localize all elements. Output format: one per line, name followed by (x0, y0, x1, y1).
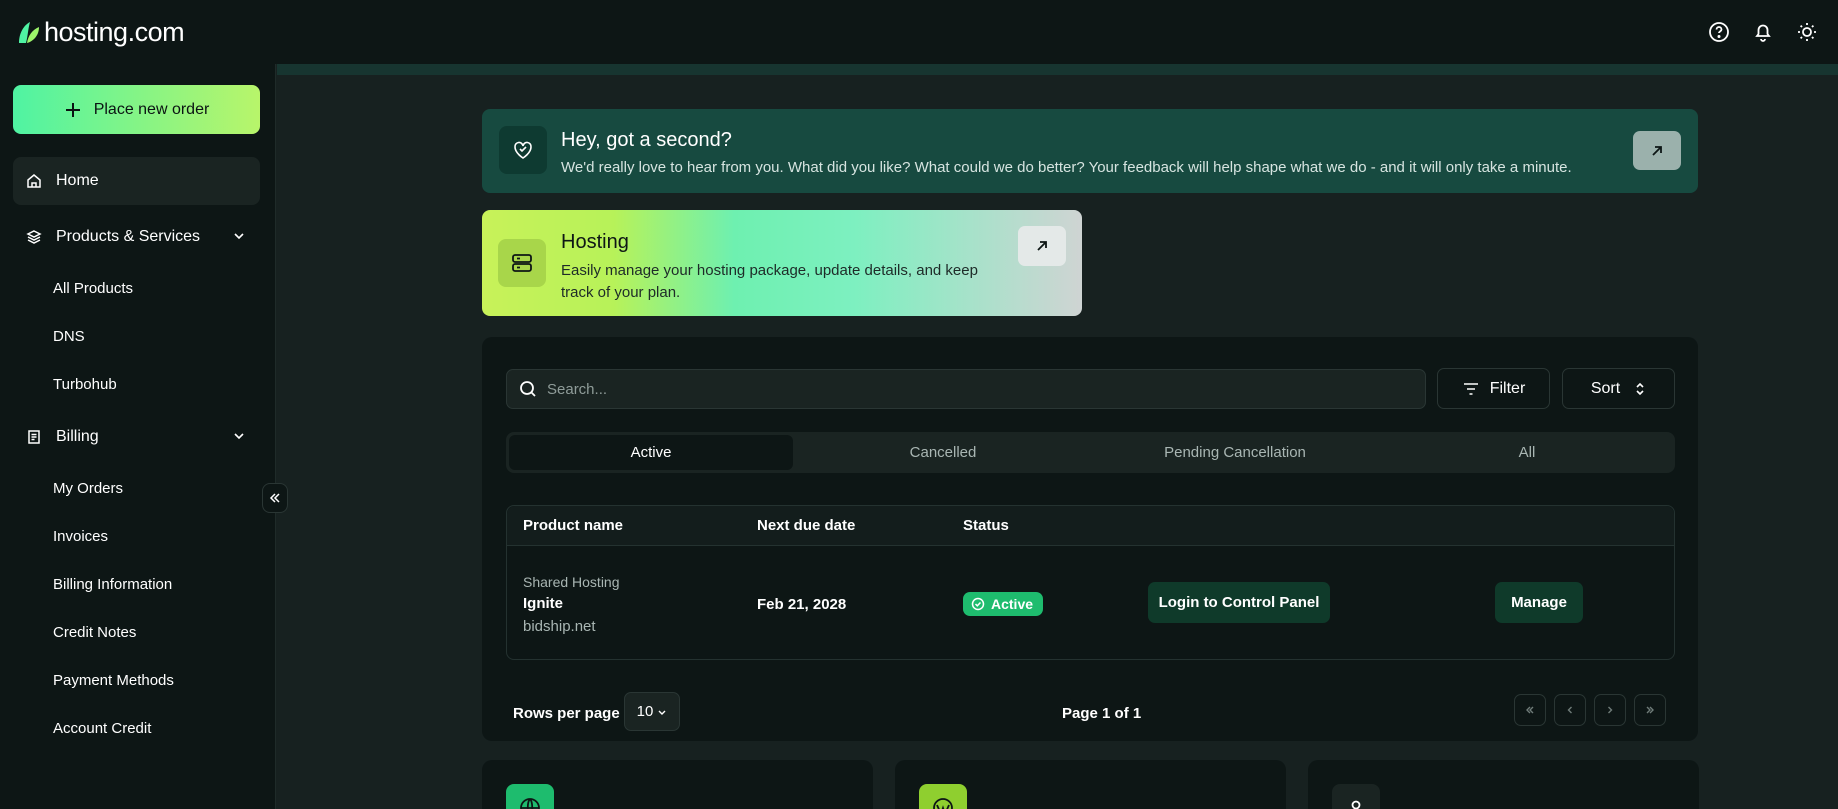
hosting-card-title: Hosting (561, 231, 629, 253)
hosting-open-button[interactable] (1018, 226, 1066, 266)
sidebar-item-home[interactable]: Home (13, 157, 260, 205)
chevron-down-icon (658, 710, 666, 715)
top-bar: hosting.com (0, 0, 1838, 64)
manage-button[interactable]: Manage (1495, 582, 1583, 623)
chevrons-left-icon (269, 493, 280, 503)
user-icon (1332, 784, 1380, 809)
wordpress-card[interactable] (895, 760, 1286, 809)
layers-icon (26, 230, 42, 244)
product-domain: bidship.net (523, 618, 596, 635)
collapse-sidebar-button[interactable] (262, 483, 288, 513)
filter-label: Filter (1489, 379, 1526, 397)
column-header-product-name: Product name (523, 517, 624, 534)
place-new-order-button[interactable]: Place new order (13, 85, 260, 134)
sidebar-item-label: Home (56, 172, 99, 189)
page-indicator: Page 1 of 1 (1062, 705, 1142, 722)
product-type: Shared Hosting (523, 574, 620, 590)
last-page-button[interactable] (1634, 694, 1666, 726)
sidebar-item-credit-notes[interactable]: Credit Notes (53, 624, 136, 641)
products-panel: Filter Sort Active Cancelled Pending Can… (482, 337, 1698, 741)
account-card[interactable] (1308, 760, 1699, 809)
products-table: Product name Next due date Status Shared… (506, 505, 1675, 660)
rows-per-page-select[interactable]: 10 (624, 692, 680, 731)
chevrons-up-down-icon (1636, 382, 1644, 395)
sidebar-item-my-orders[interactable]: My Orders (53, 480, 123, 497)
top-stripe (277, 64, 1838, 75)
sidebar: Place new order Home Products & Services… (0, 64, 276, 809)
place-new-order-label: Place new order (93, 100, 210, 118)
sidebar-item-payment-methods[interactable]: Payment Methods (53, 672, 174, 689)
next-page-button[interactable] (1594, 694, 1626, 726)
rows-per-page-value: 10 (636, 703, 654, 720)
sun-icon[interactable] (1796, 21, 1818, 43)
check-circle-icon (971, 597, 985, 611)
wordpress-icon (919, 784, 967, 809)
feedback-title: Hey, got a second? (561, 129, 732, 151)
sidebar-item-billing-information[interactable]: Billing Information (53, 576, 172, 593)
tab-active[interactable]: Active (509, 435, 793, 470)
logo[interactable]: hosting.com (16, 16, 185, 48)
status-tabs: Active Cancelled Pending Cancellation Al… (506, 432, 1675, 473)
feedback-open-button[interactable] (1633, 131, 1681, 170)
chevron-left-icon (1567, 706, 1572, 714)
filter-button[interactable]: Filter (1437, 368, 1550, 409)
column-header-status: Status (963, 517, 1009, 534)
brand-name: hosting.com (44, 16, 185, 47)
hosting-card-description: Easily manage your hosting package, upda… (561, 262, 978, 301)
login-control-panel-button[interactable]: Login to Control Panel (1148, 582, 1330, 623)
sidebar-item-account-credit[interactable]: Account Credit (53, 720, 151, 737)
chevron-down-icon (234, 433, 244, 440)
server-icon (498, 239, 546, 287)
home-icon (27, 174, 41, 188)
sidebar-item-products-services[interactable]: Products & Services (13, 213, 260, 261)
sidebar-item-all-products[interactable]: All Products (53, 280, 133, 297)
globe-icon (506, 784, 554, 809)
chevron-down-icon (234, 233, 244, 240)
status-badge: Active (963, 592, 1044, 616)
logo-leaf-icon (19, 22, 39, 43)
sidebar-item-invoices[interactable]: Invoices (53, 528, 108, 545)
tab-pending-cancellation[interactable]: Pending Cancellation (1093, 435, 1377, 470)
sort-button[interactable]: Sort (1562, 368, 1675, 409)
chevrons-left-icon (1526, 706, 1534, 714)
sidebar-item-billing[interactable]: Billing (13, 413, 260, 461)
sidebar-item-label: Billing (56, 428, 99, 445)
chevron-right-icon (1608, 706, 1613, 714)
sidebar-item-dns[interactable]: DNS (53, 328, 85, 345)
previous-page-button[interactable] (1554, 694, 1586, 726)
bell-icon[interactable] (1752, 21, 1774, 43)
next-due-date: Feb 21, 2028 (757, 596, 847, 613)
column-header-next-due-date: Next due date (757, 517, 856, 534)
sort-label: Sort (1590, 379, 1621, 397)
product-name: Ignite (523, 595, 563, 612)
plus-icon (65, 102, 80, 117)
hosting-card[interactable]: Hosting Easily manage your hosting packa… (482, 210, 1082, 316)
feedback-description: We'd really love to hear from you. What … (561, 159, 1572, 176)
search-box[interactable] (506, 369, 1426, 409)
arrow-up-right-icon (1652, 145, 1662, 156)
table-header: Product name Next due date Status (507, 506, 1674, 546)
feedback-banner: Hey, got a second? We'd really love to h… (482, 109, 1698, 193)
arrow-up-right-icon (1037, 241, 1047, 251)
status-label: Active (991, 596, 1034, 612)
help-circle-icon[interactable] (1708, 21, 1730, 43)
chevrons-right-icon (1646, 706, 1654, 714)
domain-card[interactable] (482, 760, 873, 809)
search-icon (520, 381, 536, 397)
search-input[interactable] (547, 380, 1407, 398)
sidebar-item-turbohub[interactable]: Turbohub (53, 376, 117, 393)
tab-cancelled[interactable]: Cancelled (801, 435, 1085, 470)
rows-per-page-label: Rows per page (513, 705, 620, 722)
tab-all[interactable]: All (1385, 435, 1669, 470)
sidebar-item-label: Products & Services (56, 228, 201, 245)
first-page-button[interactable] (1514, 694, 1546, 726)
filter-lines-icon (1463, 382, 1478, 395)
receipt-icon (28, 430, 40, 444)
heart-handshake-icon (499, 126, 547, 174)
